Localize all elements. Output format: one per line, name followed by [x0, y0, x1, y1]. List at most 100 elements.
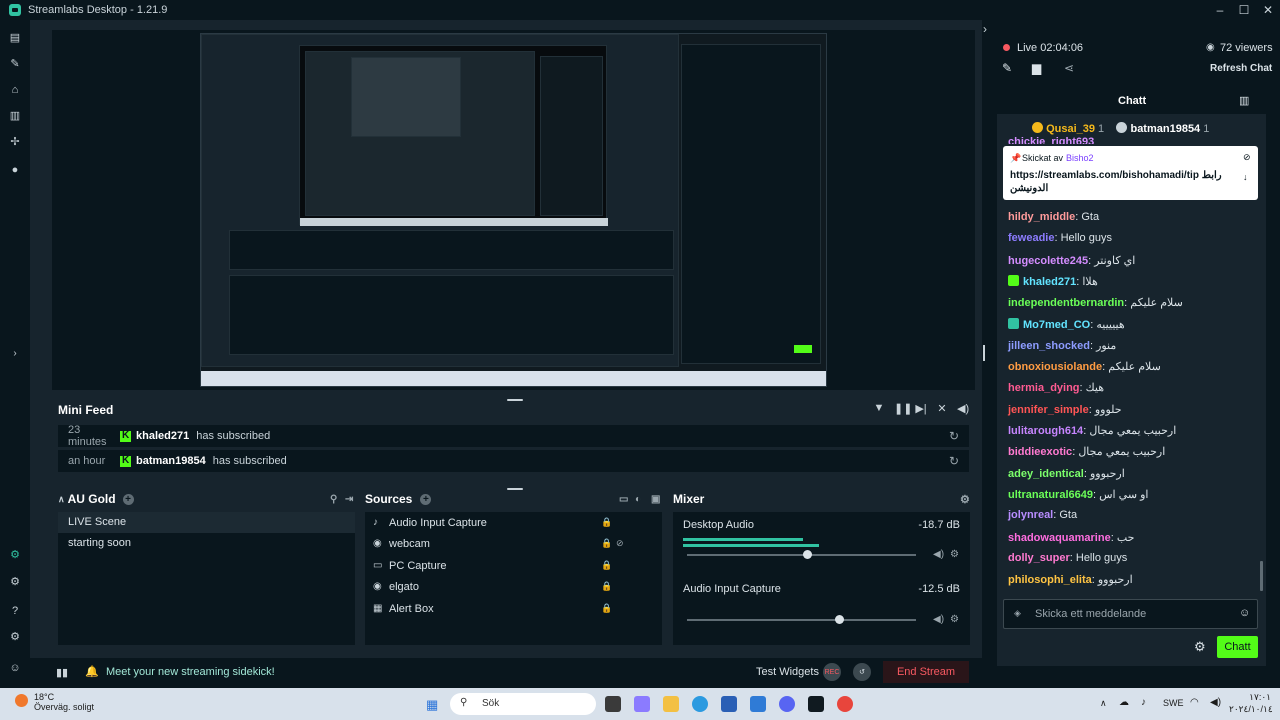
highlighter-icon[interactable]: ● [9, 164, 21, 176]
scene-item[interactable]: LIVE Scene [58, 512, 355, 533]
chat-username[interactable]: jennifer_simple [1008, 404, 1089, 416]
lock-icon[interactable]: 🔒 [601, 603, 612, 614]
scene-collection-name[interactable]: AU Gold [68, 492, 116, 506]
profile-icon[interactable]: ☺ [9, 662, 21, 674]
end-stream-button[interactable]: End Stream [883, 661, 969, 683]
chat-username[interactable]: jilleen_shocked [1008, 340, 1090, 352]
outlook-icon[interactable] [750, 696, 766, 712]
file-explorer-icon[interactable] [663, 696, 679, 712]
language-indicator[interactable]: SWE [1163, 698, 1184, 708]
chat-username[interactable]: khaled271 [1023, 276, 1076, 288]
volume-slider-knob[interactable] [835, 615, 844, 624]
hidden-eye-icon[interactable]: ⊘ [616, 538, 624, 549]
volume-tray-icon[interactable]: ◀) [1210, 697, 1221, 708]
expand-pinned-icon[interactable]: ↓ [1243, 172, 1248, 182]
lock-icon[interactable]: 🔒 [601, 560, 612, 571]
pause-icon[interactable]: ❚❚ [894, 402, 912, 416]
cloudbot-icon[interactable]: ⚙ [9, 549, 21, 561]
lock-icon[interactable]: 🔒 [601, 581, 612, 592]
minimize-button[interactable]: – [1208, 0, 1232, 20]
streamlabs-taskbar-icon[interactable] [808, 696, 824, 712]
chat-username[interactable]: lulitarough614 [1008, 425, 1083, 437]
chat-username[interactable]: hildy_middle [1008, 211, 1075, 223]
mic-icon[interactable]: ♪ [1141, 697, 1146, 708]
chat-username[interactable]: obnoxiousiolande [1008, 361, 1102, 373]
transitions-icon[interactable]: ⇥ [345, 494, 353, 505]
source-item[interactable]: ◉ webcam 🔒 ⊘ [365, 533, 662, 554]
windows-start-icon[interactable]: ▦ [426, 697, 438, 713]
themes-icon[interactable]: ✎ [9, 58, 21, 70]
pinned-text[interactable]: https://streamlabs.com/bishohamadi/tip ر… [1010, 169, 1225, 195]
lock-icon[interactable]: 🔒 [601, 517, 612, 528]
layouts-icon[interactable]: ▥ [9, 110, 21, 122]
chat-username[interactable]: jolynreal [1008, 509, 1053, 521]
mixer-settings-icon[interactable]: ⚙ [960, 493, 970, 506]
store-app-icon[interactable] [721, 696, 737, 712]
replay-buffer-icon[interactable]: ↺ [853, 663, 871, 681]
help-icon[interactable]: ? [9, 605, 21, 617]
network-icon[interactable]: ☁ [1119, 697, 1129, 708]
chat-username[interactable]: philosophi_elita [1008, 574, 1092, 586]
scene-item[interactable]: starting soon [58, 533, 355, 554]
wifi-icon[interactable]: ◠ [1190, 697, 1199, 708]
edit-stream-icon[interactable]: ✎ [1002, 61, 1012, 75]
chat-send-button[interactable]: Chatt [1217, 636, 1258, 658]
source-item[interactable]: ◉ elgato 🔒 [365, 576, 662, 597]
performance-icon[interactable]: ▮▮ [56, 666, 68, 679]
volume-slider-knob[interactable] [803, 550, 812, 559]
stream-info-icon[interactable]: ▆ [1032, 61, 1041, 75]
chat-scrollbar[interactable] [1260, 561, 1263, 591]
channel-settings-icon[interactable]: ⚙ [950, 549, 959, 560]
collapse-dock-icon[interactable]: › [983, 22, 987, 36]
lock-icon[interactable]: 🔒 [601, 538, 612, 549]
sidekick-bell-icon[interactable]: 🔔 [85, 665, 99, 678]
chat-username[interactable]: Mo7med_CO [1023, 319, 1090, 331]
maximize-button[interactable]: ☐ [1232, 0, 1256, 20]
chat-username[interactable]: independentbernardin [1008, 297, 1124, 309]
source-item[interactable]: ▭ PC Capture 🔒 [365, 555, 662, 576]
emoji-icon[interactable]: ☺ [1239, 607, 1250, 619]
stream-preview[interactable] [52, 30, 975, 390]
chat-stats-icon[interactable]: ▥ [1239, 94, 1249, 107]
source-item[interactable]: ▦ Alert Box 🔒 [365, 598, 662, 619]
expand-chevron-icon[interactable]: › [9, 348, 21, 360]
speaker-icon[interactable]: ◀) [933, 549, 944, 560]
chat-username[interactable]: adey_identical [1008, 468, 1084, 480]
chat-username[interactable]: feweadie [1008, 232, 1054, 244]
chat-username[interactable]: hugecolette245 [1008, 255, 1088, 267]
dock-resize-handle[interactable] [983, 345, 985, 361]
volume-icon[interactable]: ◀) [957, 402, 969, 416]
speaker-icon[interactable]: ◀) [933, 614, 944, 625]
hide-all-icon[interactable]: ◐ [635, 494, 641, 505]
chat-username[interactable]: biddieexotic [1008, 446, 1072, 458]
emote-shield-icon[interactable]: ◈ [1014, 608, 1021, 619]
edge-icon[interactable] [692, 696, 708, 712]
add-folder-icon[interactable]: ▭ [619, 494, 628, 505]
task-view-icon[interactable] [605, 696, 621, 712]
apps-icon[interactable]: ✢ [9, 136, 21, 148]
skip-icon[interactable]: ▶| [915, 402, 927, 416]
chat-username[interactable]: hermia_dying [1008, 382, 1080, 394]
rec-button[interactable]: REC [823, 663, 841, 681]
pinned-message[interactable]: 📌 Skickat av Bisho2 ⊘ https://streamlabs… [1003, 146, 1258, 200]
add-scene-icon[interactable]: + [122, 493, 134, 505]
source-item[interactable]: ♪ Audio Input Capture 🔒 [365, 512, 662, 533]
share-icon[interactable]: ⋖ [1064, 61, 1074, 75]
copilot-icon[interactable] [634, 696, 650, 712]
collapse-chevron-icon[interactable]: ∧ [58, 494, 65, 505]
dashboard-icon[interactable]: ⚙ [9, 576, 21, 588]
close-button[interactable]: ✕ [1256, 0, 1280, 20]
repeat-alert-icon[interactable]: ↻ [949, 454, 959, 468]
chrome-icon[interactable] [837, 696, 853, 712]
editor-icon[interactable]: ▤ [9, 32, 21, 44]
studio-mode-icon[interactable]: ⚲ [330, 494, 337, 505]
chat-input-field[interactable]: ◈ Skicka ett meddelande ☺ [1003, 599, 1258, 629]
chat-settings-icon[interactable]: ⚙ [1194, 639, 1206, 655]
weather-widget[interactable]: 18°C Överväg. soligt [34, 692, 94, 712]
test-widgets-button[interactable]: Test Widgets [756, 666, 819, 678]
chat-username[interactable]: ultranatural6649 [1008, 489, 1093, 501]
refresh-chat-button[interactable]: Refresh Chat [1210, 63, 1272, 74]
filter-icon[interactable]: ▼ [873, 402, 885, 416]
sidekick-notification[interactable]: Meet your new streaming sidekick! [106, 666, 275, 678]
clock[interactable]: ١٧:٠١ ٢٠٢٤/١٠/١٤ [1229, 691, 1273, 715]
